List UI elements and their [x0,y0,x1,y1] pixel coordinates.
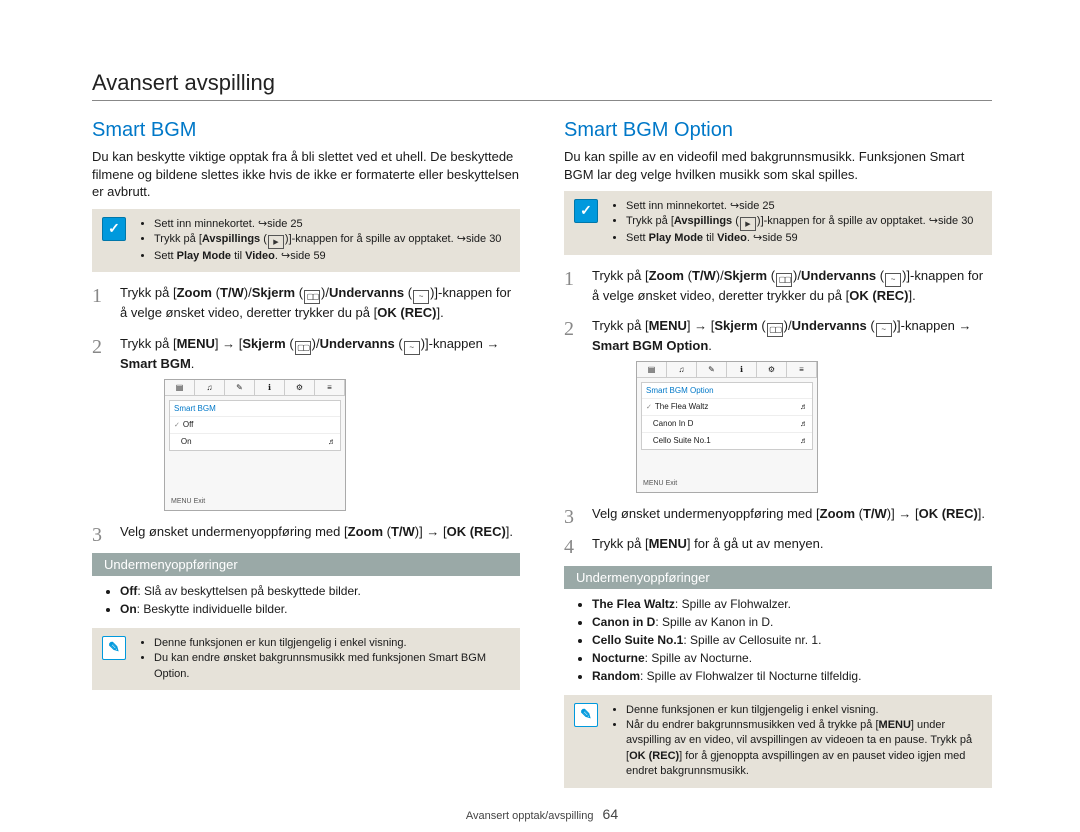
req-item: Sett Play Mode til Video. ↪side 59 [626,231,973,246]
notes-list-right: Denne funksjonen er kun tilgjengelig i e… [610,703,982,780]
submenu-item: Canon in D: Spille av Kanon in D. [592,613,992,631]
screencap-row: On♬ [170,433,340,450]
screencap-tab-icon: ℹ [727,362,757,377]
screencap-topbar: ▤♫✎ℹ⚙≡ [165,380,345,396]
section-heading-smart-bgm: Smart BGM [92,119,520,142]
submenu-header-left: Undermenyoppføringer [92,553,520,576]
screencap-tab-icon: ▤ [165,380,195,395]
notes-box-left: ✎ Denne funksjonen er kun tilgjengelig i… [92,628,520,690]
steps-left: Trykk på [Zoom (T/W)/Skjerm ()/Undervann… [92,284,520,541]
step-2-left: Trykk på [MENU] → [Skjerm ()/Undervanns … [92,335,520,511]
screencap-row: ✓Off [170,416,340,433]
column-left: Smart BGM Du kan beskytte viktige opptak… [92,119,520,800]
screencap-exit: MENU Exit [643,479,677,489]
screen-icon [295,341,311,355]
step-4-right: Trykk på [MENU] for å gå ut av menyen. [564,535,992,553]
submenu-item: Cello Suite No.1: Spille av Cellosuite n… [592,631,992,649]
requirements-box-left: ✓ Sett inn minnekortet. ↪side 25 Trykk p… [92,209,520,273]
screencap-tab-icon: ≡ [787,362,817,377]
screencap-panel: Smart BGM ✓Off On♬ [169,400,341,451]
note-item: Når du endrer bakgrunnsmusikken ved å tr… [626,718,982,780]
steps-right: Trykk på [Zoom (T/W)/Skjerm ()/Undervann… [564,267,992,554]
screencap-tab-icon: ✎ [225,380,255,395]
screencap-row: Cello Suite No.1♬ [642,432,812,449]
check-chip-icon: ✓ [574,199,598,223]
music-icon: ♬ [800,401,808,413]
screencap-left: ▤♫✎ℹ⚙≡ Smart BGM ✓Off On♬ MENU Exit [164,379,346,511]
screencap-panel-title: Smart BGM Option [642,383,812,398]
screencap-tab-icon: ✎ [697,362,727,377]
intro-right: Du kan spille av en videofil med bakgrun… [564,148,992,183]
screencap-exit: MENU Exit [171,497,205,507]
screencap-panel: Smart BGM Option ✓The Flea Waltz♬ Canon … [641,382,813,450]
screen-icon [776,273,792,287]
page-footer: Avansert opptak/avspilling 64 [92,806,992,822]
notes-box-right: ✎ Denne funksjonen er kun tilgjengelig i… [564,695,992,788]
step-2-right: Trykk på [MENU] → [Skjerm ()/Undervanns … [564,317,992,493]
screencap-right: ▤♫✎ℹ⚙≡ Smart BGM Option ✓The Flea Waltz♬… [636,361,818,493]
screencap-tab-icon: ▤ [637,362,667,377]
submenu-list-left: Off: Slå av beskyttelsen på beskyttede b… [92,582,520,618]
column-right: Smart BGM Option Du kan spille av en vid… [564,119,992,800]
screencap-row: ✓The Flea Waltz♬ [642,398,812,415]
note-item: Du kan endre ønsket bakgrunnsmusikk med … [154,651,510,682]
manual-page: Avansert avspilling Smart BGM Du kan bes… [0,0,1080,832]
note-item: Denne funksjonen er kun tilgjengelig i e… [626,703,982,718]
intro-left: Du kan beskytte viktige opptak fra å bli… [92,148,520,201]
req-item: Trykk på [Avspillings ()]-knappen for å … [154,232,501,249]
screencap-tab-icon: ♫ [195,380,225,395]
underwater-icon [413,290,429,304]
screencap-tab-icon: ℹ [255,380,285,395]
page-title: Avansert avspilling [92,70,992,101]
underwater-icon [404,341,420,355]
underwater-icon [885,273,901,287]
requirements-box-right: ✓ Sett inn minnekortet. ↪side 25 Trykk p… [564,191,992,255]
req-item: Sett inn minnekortet. ↪side 25 [626,199,973,214]
submenu-item: Nocturne: Spille av Nocturne. [592,649,992,667]
step-1-right: Trykk på [Zoom (T/W)/Skjerm ()/Undervann… [564,267,992,305]
step-3-left: Velg ønsket undermenyoppføring med [Zoom… [92,523,520,541]
play-icon [268,235,284,249]
screencap-tab-icon: ♫ [667,362,697,377]
submenu-item: On: Beskytte individuelle bilder. [120,600,520,618]
screencap-row: Canon In D♬ [642,415,812,432]
columns: Smart BGM Du kan beskytte viktige opptak… [92,119,992,800]
footer-label: Avansert opptak/avspilling [466,810,594,822]
note-item: Denne funksjonen er kun tilgjengelig i e… [154,636,510,651]
step-3-right: Velg ønsket undermenyoppføring med [Zoom… [564,505,992,523]
req-item: Trykk på [Avspillings ()]-knappen for å … [626,214,973,231]
screencap-topbar: ▤♫✎ℹ⚙≡ [637,362,817,378]
underwater-icon [876,323,892,337]
submenu-item: Off: Slå av beskyttelsen på beskyttede b… [120,582,520,600]
music-icon: ♬ [328,436,336,448]
step-1-left: Trykk på [Zoom (T/W)/Skjerm ()/Undervann… [92,284,520,322]
check-chip-icon: ✓ [102,217,126,241]
page-number: 64 [603,806,619,822]
screencap-tab-icon: ⚙ [757,362,787,377]
note-chip-icon: ✎ [102,636,126,660]
screen-icon [304,290,320,304]
submenu-header-right: Undermenyoppføringer [564,566,992,589]
submenu-list-right: The Flea Waltz: Spille av Flohwalzer. Ca… [564,595,992,685]
req-item: Sett Play Mode til Video. ↪side 59 [154,249,501,264]
submenu-item: Random: Spille av Flohwalzer til Nocturn… [592,667,992,685]
req-item: Sett inn minnekortet. ↪side 25 [154,217,501,232]
submenu-item: The Flea Waltz: Spille av Flohwalzer. [592,595,992,613]
music-icon: ♬ [800,435,808,447]
screencap-tab-icon: ⚙ [285,380,315,395]
screen-icon [767,323,783,337]
screencap-tab-icon: ≡ [315,380,345,395]
note-chip-icon: ✎ [574,703,598,727]
requirements-list-right: Sett inn minnekortet. ↪side 25 Trykk på … [610,199,973,247]
music-icon: ♬ [800,418,808,430]
play-icon [740,217,756,231]
section-heading-smart-bgm-option: Smart BGM Option [564,119,992,142]
notes-list-left: Denne funksjonen er kun tilgjengelig i e… [138,636,510,682]
screencap-panel-title: Smart BGM [170,401,340,416]
requirements-list-left: Sett inn minnekortet. ↪side 25 Trykk på … [138,217,501,265]
